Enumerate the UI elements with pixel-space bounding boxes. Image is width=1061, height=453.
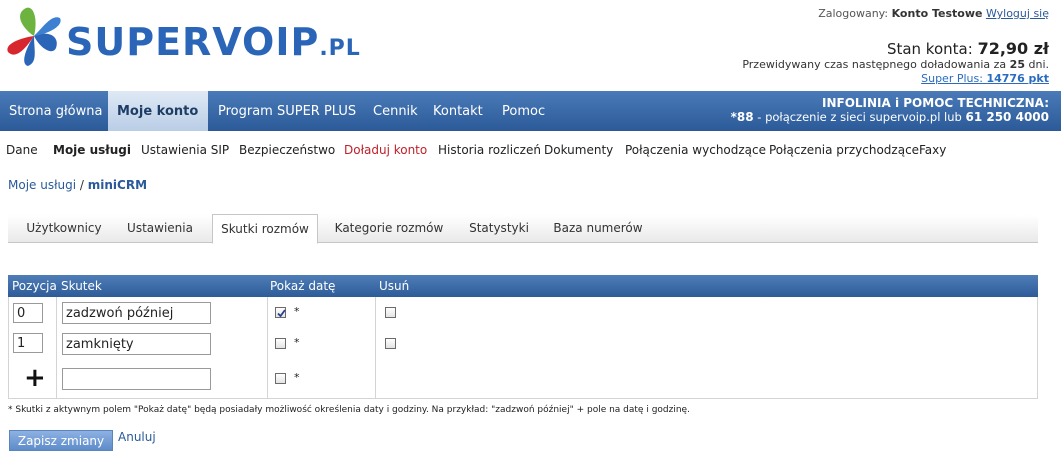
checkmark-icon xyxy=(277,309,286,318)
tab-users[interactable]: Użytkownicy xyxy=(18,215,110,241)
subnav-item-faxes[interactable]: Faxy xyxy=(919,143,946,157)
tab-settings[interactable]: Ustawienia xyxy=(120,215,200,241)
subnav-item-data[interactable]: Dane xyxy=(6,143,38,157)
balance-value: 72,90 zł xyxy=(977,39,1049,58)
crm-tabs: Użytkownicy Ustawienia Skutki rozmów Kat… xyxy=(8,214,1038,244)
hotline-short-number: *88 xyxy=(730,110,754,124)
breadcrumb-separator: / xyxy=(79,178,84,192)
user-name: Konto Testowe xyxy=(891,7,983,20)
show-date-checkbox[interactable] xyxy=(275,307,286,318)
recharge-days: 25 xyxy=(1009,58,1025,71)
subnav-item-documents[interactable]: Dokumenty xyxy=(544,143,613,157)
hotline-phone: 61 250 4000 xyxy=(965,110,1049,124)
subnav-item-top-up[interactable]: Doładuj konto xyxy=(344,143,427,157)
table-row: * xyxy=(8,328,1038,360)
nav-item-help[interactable]: Pomoc xyxy=(493,91,554,131)
brand-logo[interactable]: SUPERVOIP.PL xyxy=(4,6,360,76)
table-header: Pozycja Skutek Pokaż datę Usuń xyxy=(8,275,1038,297)
recharge-info: Przewidywany czas następnego doładowania… xyxy=(742,58,1049,71)
delete-checkbox[interactable] xyxy=(385,338,396,349)
nav-item-super-plus[interactable]: Program SUPER PLUS xyxy=(209,91,365,131)
breadcrumb-parent[interactable]: Moje usługi xyxy=(8,178,76,192)
new-show-date-checkbox[interactable] xyxy=(275,373,286,384)
superplus-label[interactable]: Super Plus: xyxy=(921,72,983,85)
support-hotline: INFOLINIA i POMOC TECHNICZNA: *88 - połą… xyxy=(731,96,1049,124)
nav-item-my-account[interactable]: Moje konto xyxy=(108,91,208,131)
delete-checkbox[interactable] xyxy=(385,307,396,318)
cancel-link[interactable]: Anuluj xyxy=(118,430,156,444)
breadcrumb: Moje usługi / miniCRM xyxy=(8,178,147,192)
show-date-asterisk: * xyxy=(294,371,300,384)
balance-label: Stan konta: xyxy=(886,40,973,58)
show-date-asterisk: * xyxy=(294,305,300,318)
hotline-description: - połączenie z sieci supervoip.pl lub xyxy=(757,110,962,124)
nav-item-home[interactable]: Strona główna xyxy=(0,91,111,131)
account-balance: Stan konta: 72,90 zł xyxy=(887,39,1049,58)
position-input[interactable] xyxy=(13,303,43,323)
brand-suffix: .PL xyxy=(319,36,361,61)
new-row: + * xyxy=(8,359,1038,399)
nav-item-pricing[interactable]: Cennik xyxy=(364,91,427,131)
recharge-text: Przewidywany czas następnego doładowania… xyxy=(742,58,1007,71)
tab-statistics[interactable]: Statystyki xyxy=(462,215,536,241)
show-date-asterisk: * xyxy=(294,336,300,349)
subnav-item-sip-settings[interactable]: Ustawienia SIP xyxy=(141,143,229,157)
subnav-item-outgoing-calls[interactable]: Połączenia wychodzące xyxy=(625,143,766,157)
brand-name: SUPERVOIP xyxy=(66,20,320,64)
super-plus-points[interactable]: Super Plus: 14776 pkt xyxy=(921,72,1049,85)
position-input[interactable] xyxy=(13,333,43,353)
nav-item-contact[interactable]: Kontakt xyxy=(424,91,492,131)
footnote: * Skutki z aktywnym polem "Pokaż datę" b… xyxy=(8,405,690,415)
subnav-item-incoming-calls[interactable]: Połączenia przychodzące xyxy=(769,143,919,157)
show-date-checkbox[interactable] xyxy=(275,338,286,349)
header-show-date: Pokaż datę xyxy=(270,279,336,293)
subnav-item-my-services[interactable]: Moje usługi xyxy=(53,143,131,157)
sub-navigation: Dane Moje usługi Ustawienia SIP Bezpiecz… xyxy=(0,143,1061,161)
login-status: Zalogowany: Konto Testowe Wyloguj się xyxy=(818,7,1049,20)
superplus-value[interactable]: 14776 pkt xyxy=(986,72,1049,85)
main-navigation: Strona główna Moje konto Program SUPER P… xyxy=(0,91,1061,131)
header-position: Pozycja xyxy=(12,279,57,293)
hotline-title: INFOLINIA i POMOC TECHNICZNA: xyxy=(821,96,1049,110)
new-result-input[interactable] xyxy=(62,368,211,390)
tab-call-results[interactable]: Skutki rozmów xyxy=(212,214,318,244)
brand-wordmark: SUPERVOIP.PL xyxy=(66,20,361,64)
logged-label: Zalogowany: xyxy=(818,7,889,20)
breadcrumb-current: miniCRM xyxy=(87,178,148,192)
logout-link[interactable]: Wyloguj się xyxy=(986,7,1049,20)
recharge-unit: dni. xyxy=(1028,58,1049,71)
subnav-item-security[interactable]: Bezpieczeństwo xyxy=(239,143,335,157)
result-input[interactable] xyxy=(62,333,211,355)
save-button[interactable]: Zapisz zmiany xyxy=(9,430,113,451)
subnav-item-billing-history[interactable]: Historia rozliczeń xyxy=(438,143,541,157)
header-result: Skutek xyxy=(61,279,102,293)
add-row-icon[interactable]: + xyxy=(24,365,46,391)
tab-call-categories[interactable]: Kategorie rozmów xyxy=(330,215,448,241)
brand-logo-icon xyxy=(7,7,61,66)
table-row: * xyxy=(8,297,1038,329)
header-delete: Usuń xyxy=(379,279,410,293)
result-input[interactable] xyxy=(62,302,211,324)
tab-number-database[interactable]: Baza numerów xyxy=(548,215,648,241)
